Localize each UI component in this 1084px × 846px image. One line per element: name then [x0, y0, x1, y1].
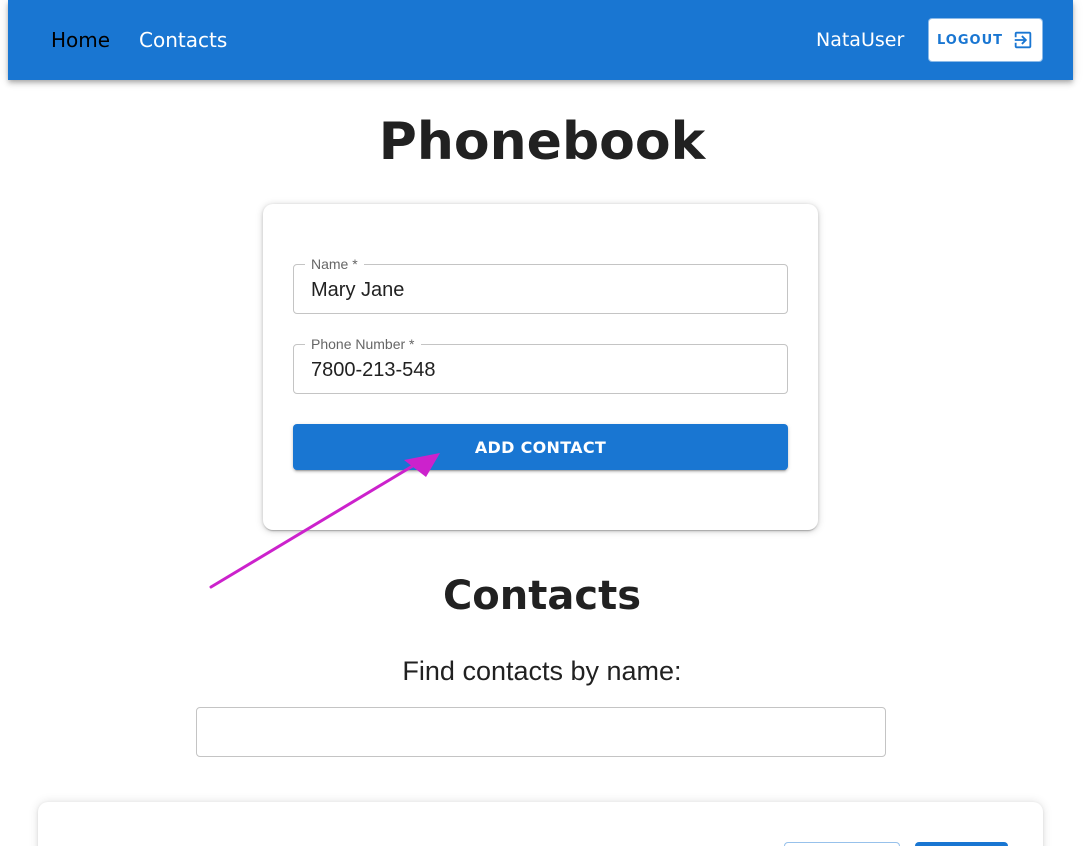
- phone-field-label: Phone Number *: [305, 336, 421, 352]
- contacts-section-title: Contacts: [442, 573, 642, 619]
- filter-label: Find contacts by name:: [402, 656, 682, 686]
- name-input[interactable]: [311, 278, 771, 302]
- name-field: Name *: [293, 256, 788, 314]
- nav-contacts-link[interactable]: Contacts: [139, 27, 227, 53]
- contact-delete-button[interactable]: [915, 842, 1008, 846]
- name-field-label: Name *: [305, 256, 364, 272]
- username-label: NataUser: [816, 29, 905, 51]
- logout-button[interactable]: LOGOUT: [928, 18, 1043, 62]
- contacts-list-card: [38, 802, 1043, 846]
- filter-input[interactable]: [196, 707, 886, 757]
- add-contact-form: Name * Phone Number * ADD CONTACT: [263, 204, 818, 530]
- add-contact-button[interactable]: ADD CONTACT: [293, 424, 788, 470]
- logout-icon: [1014, 31, 1032, 49]
- logout-button-label: LOGOUT: [936, 32, 1004, 48]
- contact-edit-button[interactable]: [784, 842, 900, 846]
- page-title: Phonebook: [378, 112, 706, 172]
- app-bar: Home Contacts NataUser LOGOUT: [8, 0, 1073, 80]
- phone-input[interactable]: [311, 358, 771, 382]
- phone-field: Phone Number *: [293, 336, 788, 394]
- nav-home-link[interactable]: Home: [51, 27, 110, 53]
